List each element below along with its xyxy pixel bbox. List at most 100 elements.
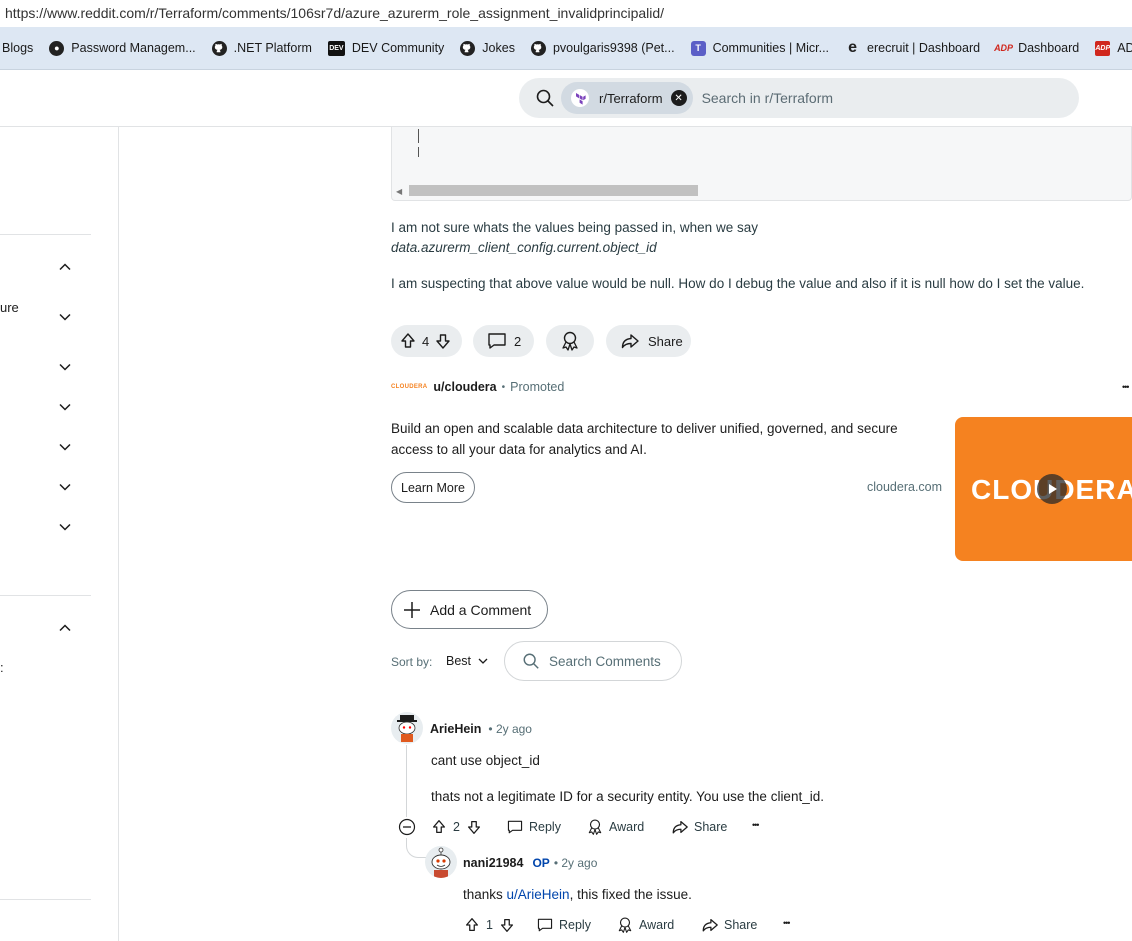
search-comments-input[interactable]: Search Comments — [504, 641, 682, 681]
bookmark-blogs[interactable]: Blogs — [2, 41, 33, 55]
op-badge: OP — [532, 856, 550, 870]
promo-body-line: Build an open and scalable data architec… — [391, 421, 898, 436]
scroll-left-icon[interactable]: ◀ — [396, 187, 402, 196]
bookmark-dotnet-platform[interactable]: .NET Platform — [211, 40, 312, 56]
dev-icon: DEV — [327, 40, 345, 56]
password-icon: ● — [49, 40, 65, 56]
avatar[interactable] — [425, 846, 457, 878]
more-options-icon[interactable]: ••• — [783, 918, 791, 928]
avatar[interactable] — [391, 712, 423, 744]
comment-icon — [488, 333, 506, 349]
sort-dropdown[interactable]: Best — [446, 654, 489, 668]
search-icon — [523, 653, 539, 669]
cloudera-logo-icon: CLOUDERA — [391, 384, 428, 390]
subreddit-chip-label: r/Terraform — [599, 90, 663, 106]
chevron-up-icon[interactable] — [58, 260, 72, 274]
post-paragraph: I am not sure whats the values being pas… — [391, 218, 758, 258]
bookmark-jokes[interactable]: Jokes — [460, 40, 515, 56]
promo-image[interactable]: CLOUDERA — [955, 417, 1132, 561]
horizontal-scrollbar[interactable] — [409, 185, 698, 196]
award-button[interactable]: Award — [586, 818, 644, 836]
share-label: Share — [694, 820, 728, 834]
snoo-avatar-icon — [397, 715, 417, 742]
bookmark-label: Jokes — [482, 41, 515, 55]
bookmark-label: .NET Platform — [233, 41, 312, 55]
post-text-line: I am not sure whats the values being pas… — [391, 220, 758, 235]
promo-domain[interactable]: cloudera.com — [867, 480, 942, 494]
subreddit-chip[interactable]: r/Terraform ✕ — [561, 82, 693, 114]
share-button[interactable]: Share — [671, 818, 727, 836]
bookmark-dev-community[interactable]: DEV DEV Community — [327, 40, 444, 56]
search-comments-placeholder: Search Comments — [549, 653, 661, 669]
chevron-down-icon[interactable] — [58, 480, 72, 494]
share-button[interactable]: Share — [701, 916, 757, 934]
github-icon — [211, 40, 227, 56]
sidebar-partial-label: ure — [0, 300, 19, 315]
chevron-up-icon[interactable] — [58, 621, 72, 635]
collapse-icon[interactable] — [398, 818, 416, 836]
add-comment-button[interactable]: Add a Comment — [391, 590, 548, 629]
promo-body-line: access to all your data for analytics an… — [391, 442, 647, 457]
upvote-icon[interactable] — [463, 916, 481, 934]
play-icon[interactable] — [1037, 474, 1067, 504]
bookmark-adp-workforce[interactable]: ADP ADP Workf — [1095, 40, 1132, 56]
comment-author[interactable]: ArieHein — [430, 722, 481, 736]
downvote-icon[interactable] — [465, 818, 483, 836]
downvote-icon[interactable] — [433, 331, 453, 351]
clear-chip-icon[interactable]: ✕ — [670, 90, 687, 106]
bookmark-communities[interactable]: T Communities | Micr... — [690, 40, 830, 56]
promo-more-icon[interactable]: ••• — [1122, 382, 1130, 392]
search-bar[interactable]: r/Terraform ✕ Search in r/Terraform — [519, 78, 1079, 118]
learn-more-button[interactable]: Learn More — [391, 472, 475, 503]
downvote-icon[interactable] — [498, 916, 516, 934]
thread-line — [406, 745, 407, 817]
plus-icon — [404, 601, 420, 618]
comment-time: • 2y ago — [553, 856, 598, 870]
user-mention-link[interactable]: u/ArieHein — [507, 887, 570, 902]
github-icon — [460, 40, 476, 56]
edge-icon: e — [848, 39, 857, 56]
url-text[interactable]: https://www.reddit.com/r/Terraform/comme… — [5, 5, 664, 21]
vote-count: 4 — [422, 333, 430, 349]
terraform-logo-icon — [571, 89, 589, 107]
reply-button[interactable]: Reply — [506, 818, 561, 836]
upvote-icon[interactable] — [398, 331, 418, 351]
comment-vote-control: 2 — [430, 818, 483, 836]
bookmark-label: ADP Workf — [1117, 41, 1132, 55]
bookmark-label: Dashboard — [1018, 41, 1080, 55]
search-input[interactable]: Search in r/Terraform — [702, 90, 833, 106]
award-label: Award — [639, 918, 675, 932]
upvote-icon[interactable] — [430, 818, 448, 836]
bookmark-erecruit[interactable]: e erecruit | Dashboard — [845, 39, 980, 56]
bookmark-label: Communities | Micr... — [712, 41, 830, 55]
chevron-down-icon[interactable] — [58, 310, 72, 324]
chevron-down-icon — [478, 658, 488, 664]
promo-meta: CLOUDERA u/cloudera • Promoted — [391, 380, 564, 394]
comments-button[interactable]: 2 — [473, 325, 534, 357]
bookmark-dashboard[interactable]: ADP Dashboard — [994, 41, 1080, 56]
chevron-down-icon[interactable] — [58, 440, 72, 454]
award-button[interactable] — [546, 325, 594, 357]
promo-author[interactable]: u/cloudera — [433, 380, 496, 394]
chevron-down-icon[interactable] — [58, 520, 72, 534]
share-label: Share — [724, 918, 758, 932]
award-button[interactable]: Award — [616, 916, 674, 934]
bookmark-pvoulgaris[interactable]: pvoulgaris9398 (Pet... — [530, 40, 675, 56]
comment-author[interactable]: nani21984 — [463, 856, 523, 870]
comment-meta: nani21984 OP • 2y ago — [463, 856, 597, 870]
more-options-icon[interactable]: ••• — [752, 820, 760, 830]
sort-label: Sort by: — [391, 655, 433, 669]
bookmark-password-manager[interactable]: ● Password Managem... — [49, 40, 196, 56]
add-comment-label: Add a Comment — [430, 601, 532, 618]
share-button[interactable]: Share — [606, 325, 691, 357]
chevron-down-icon[interactable] — [58, 400, 72, 414]
comment-text-part: , this fixed the issue. — [569, 887, 692, 902]
learn-more-label: Learn More — [401, 480, 465, 495]
address-bar[interactable]: https://www.reddit.com/r/Terraform/comme… — [0, 0, 1132, 27]
reply-button[interactable]: Reply — [536, 916, 591, 934]
chevron-down-icon[interactable] — [58, 360, 72, 374]
code-line-marker — [418, 147, 419, 157]
adp-icon: ADP — [1095, 40, 1111, 56]
award-icon — [618, 917, 632, 933]
bookmark-label: Password Managem... — [71, 41, 196, 55]
